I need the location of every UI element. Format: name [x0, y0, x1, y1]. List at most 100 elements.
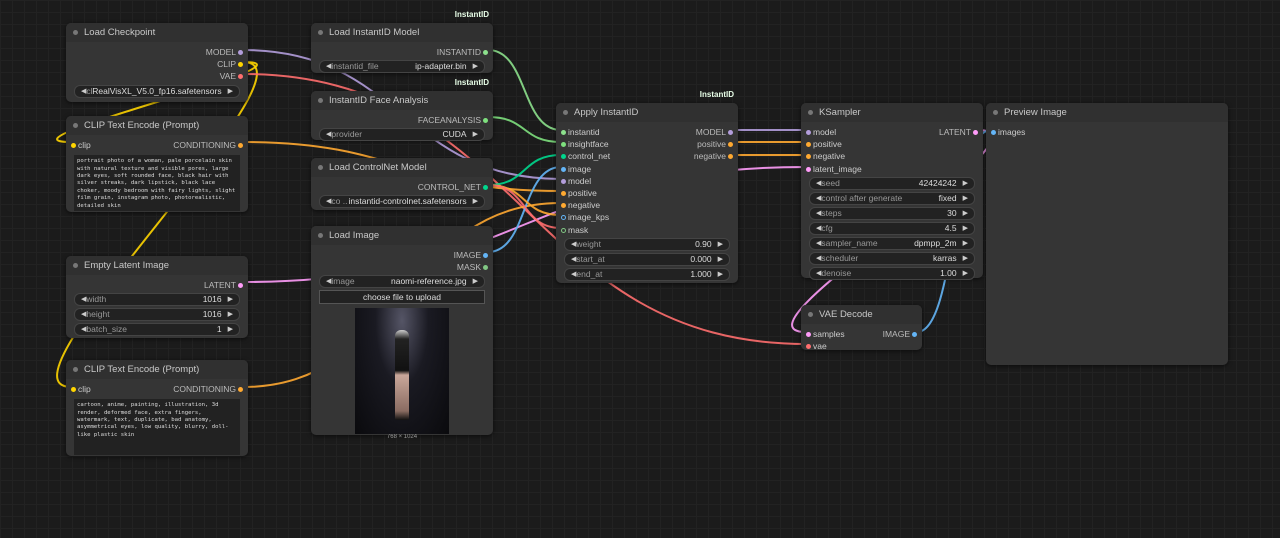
slot-dot-icon[interactable]	[238, 387, 243, 392]
input-slot-model[interactable]: model	[561, 175, 591, 187]
input-slot-negative[interactable]: negative	[561, 199, 600, 211]
node-title[interactable]: Empty Latent Image	[66, 256, 248, 275]
input-slot-instantid[interactable]: instantid	[561, 126, 600, 138]
output-slot-conditioning[interactable]: CONDITIONING	[173, 139, 243, 151]
node-load-checkpoint[interactable]: Load CheckpointMODELCLIPVAE◀ ck ...RealV…	[66, 23, 248, 102]
increment-arrow-icon[interactable]: ▶	[228, 294, 233, 305]
increment-arrow-icon[interactable]: ▶	[963, 208, 968, 219]
widget-steps[interactable]: ◀ steps 30 ▶	[809, 206, 975, 220]
output-slot-instantid[interactable]: INSTANTID	[437, 46, 488, 58]
slot-dot-icon[interactable]	[561, 190, 566, 196]
output-slot-control_net[interactable]: CONTROL_NET	[418, 181, 488, 193]
widget-height[interactable]: ◀ height 1016 ▶	[74, 308, 240, 322]
widget-ck[interactable]: ◀ ck ...RealVisXL_V5.0_fp16.safetensors▶	[74, 84, 240, 98]
node-title[interactable]: Apply InstantID	[556, 103, 738, 122]
slot-dot-icon[interactable]	[483, 265, 488, 271]
increment-arrow-icon[interactable]: ▶	[963, 238, 968, 249]
input-slot-images[interactable]: images	[991, 126, 1025, 138]
node-title[interactable]: VAE Decode	[801, 305, 922, 324]
widget-weight[interactable]: ◀ weight 0.90 ▶	[564, 237, 730, 251]
upload-button[interactable]: choose file to upload	[319, 290, 485, 305]
slot-dot-icon[interactable]	[71, 387, 76, 392]
output-slot-model[interactable]: MODEL	[206, 46, 243, 58]
input-slot-positive[interactable]: positive	[806, 138, 842, 150]
output-slot-vae[interactable]: VAE	[220, 70, 243, 82]
widget-image[interactable]: ◀ image naomi-reference.jpg ▶	[319, 275, 485, 289]
widget-seed[interactable]: ◀ seed 42424242 ▶	[809, 176, 975, 190]
widget-instantid-file[interactable]: ◀ instantid_file ip-adapter.bin ▶	[319, 60, 485, 74]
output-slot-mask[interactable]: MASK	[457, 261, 488, 273]
node-vae-decode[interactable]: VAE Decode samples IMAGE vae	[801, 305, 922, 352]
output-slot-positive[interactable]: positive	[697, 138, 733, 150]
output-slot-conditioning[interactable]: CONDITIONING	[173, 383, 243, 395]
increment-arrow-icon[interactable]: ▶	[963, 268, 968, 279]
input-slot-mask[interactable]: mask	[561, 224, 588, 236]
increment-arrow-icon[interactable]: ▶	[963, 223, 968, 234]
node-load-instantid-model[interactable]: Load InstantID Model InstantID INSTANTID ◀ …	[311, 10, 493, 74]
increment-arrow-icon[interactable]: ▶	[228, 309, 233, 320]
increment-arrow-icon[interactable]: ▶	[963, 193, 968, 204]
slot-dot-icon[interactable]	[238, 62, 243, 68]
node-load-controlnet-model[interactable]: Load ControlNet Model CONTROL_NET ◀ co ...…	[311, 158, 493, 210]
widget-width[interactable]: ◀ width 1016 ▶	[74, 293, 240, 307]
input-slot-clip[interactable]: clip	[71, 383, 91, 395]
input-slot-insightface[interactable]: insightface	[561, 138, 609, 150]
increment-arrow-icon[interactable]: ▶	[473, 196, 478, 207]
node-ksampler[interactable]: KSampler model LATENT positive negative laten…	[801, 103, 983, 280]
increment-arrow-icon[interactable]: ▶	[718, 254, 723, 265]
prompt-textarea[interactable]: cartoon, anime, painting, illustration, …	[74, 399, 240, 456]
node-clip-text-encode-negative[interactable]: CLIP Text Encode (Prompt) clip CONDITIONIN…	[66, 360, 248, 456]
output-slot-image[interactable]: IMAGE	[883, 328, 917, 340]
slot-dot-icon[interactable]	[728, 154, 733, 160]
node-title[interactable]: Load InstantID Model	[311, 23, 493, 42]
output-slot-model[interactable]: MODEL	[696, 126, 733, 138]
increment-arrow-icon[interactable]: ▶	[718, 269, 723, 280]
widget-end-at[interactable]: ◀ end_at 1.000 ▶	[564, 267, 730, 281]
increment-arrow-icon[interactable]: ▶	[228, 324, 233, 335]
slot-dot-icon[interactable]	[806, 166, 811, 172]
slot-dot-icon[interactable]	[561, 154, 566, 160]
node-clip-text-encode-positive[interactable]: CLIP Text Encode (Prompt) clip CONDITIONIN…	[66, 116, 248, 212]
slot-dot-icon[interactable]	[806, 344, 811, 350]
slot-dot-icon[interactable]	[561, 142, 566, 148]
slot-dot-icon[interactable]	[561, 203, 566, 209]
output-slot-latent[interactable]: LATENT	[939, 126, 978, 138]
input-slot-negative[interactable]: negative	[806, 150, 845, 162]
slot-dot-icon[interactable]	[483, 185, 488, 190]
increment-arrow-icon[interactable]: ▶	[473, 61, 478, 72]
slot-dot-icon[interactable]	[238, 74, 243, 80]
node-apply-instantid[interactable]: Apply InstantID InstantID instantid MODEL in…	[556, 90, 738, 283]
node-title[interactable]: Load Image	[311, 226, 493, 245]
input-slot-samples[interactable]: samples	[806, 328, 845, 340]
input-slot-image[interactable]: image	[561, 163, 591, 175]
slot-dot-icon[interactable]	[991, 130, 996, 135]
slot-dot-icon[interactable]	[561, 227, 566, 233]
increment-arrow-icon[interactable]: ▶	[963, 178, 968, 189]
output-slot-clip[interactable]: CLIP	[217, 58, 243, 70]
output-slot-negative[interactable]: negative	[694, 150, 733, 162]
node-title[interactable]: Preview Image	[986, 103, 1228, 122]
slot-dot-icon[interactable]	[483, 118, 488, 123]
slot-dot-icon[interactable]	[806, 130, 811, 135]
slot-dot-icon[interactable]	[238, 283, 243, 288]
node-title[interactable]: InstantID Face Analysis	[311, 91, 493, 110]
widget-batch-size[interactable]: ◀ batch_size 1 ▶	[74, 323, 240, 337]
widget-start-at[interactable]: ◀ start_at 0.000 ▶	[564, 252, 730, 266]
input-slot-positive[interactable]: positive	[561, 187, 597, 199]
node-empty-latent-image[interactable]: Empty Latent Image LATENT ◀ width 1016 ▶ ◀ he…	[66, 256, 248, 338]
increment-arrow-icon[interactable]: ▶	[473, 276, 478, 287]
output-slot-latent[interactable]: LATENT	[204, 279, 243, 291]
node-load-image[interactable]: Load Image IMAGE MASK ◀ image naomi-referenc…	[311, 226, 493, 440]
widget-denoise[interactable]: ◀ denoise 1.00 ▶	[809, 266, 975, 280]
widget-controlaftergenerate[interactable]: ◀ control after generate fixed ▶	[809, 191, 975, 205]
input-slot-vae[interactable]: vae	[806, 340, 827, 352]
slot-dot-icon[interactable]	[483, 253, 488, 258]
node-preview-image[interactable]: Preview Image images	[986, 103, 1228, 365]
node-instantid-face-analysis[interactable]: InstantID Face Analysis InstantID FACEANAL…	[311, 78, 493, 142]
prompt-textarea[interactable]: portrait photo of a woman, pale porcelai…	[74, 155, 240, 212]
output-slot-faceanalysis[interactable]: FACEANALYSIS	[418, 114, 488, 126]
slot-dot-icon[interactable]	[806, 142, 811, 148]
node-title[interactable]: Load ControlNet Model	[311, 158, 493, 177]
widget-scheduler[interactable]: ◀ scheduler karras ▶	[809, 251, 975, 265]
slot-dot-icon[interactable]	[561, 178, 566, 184]
